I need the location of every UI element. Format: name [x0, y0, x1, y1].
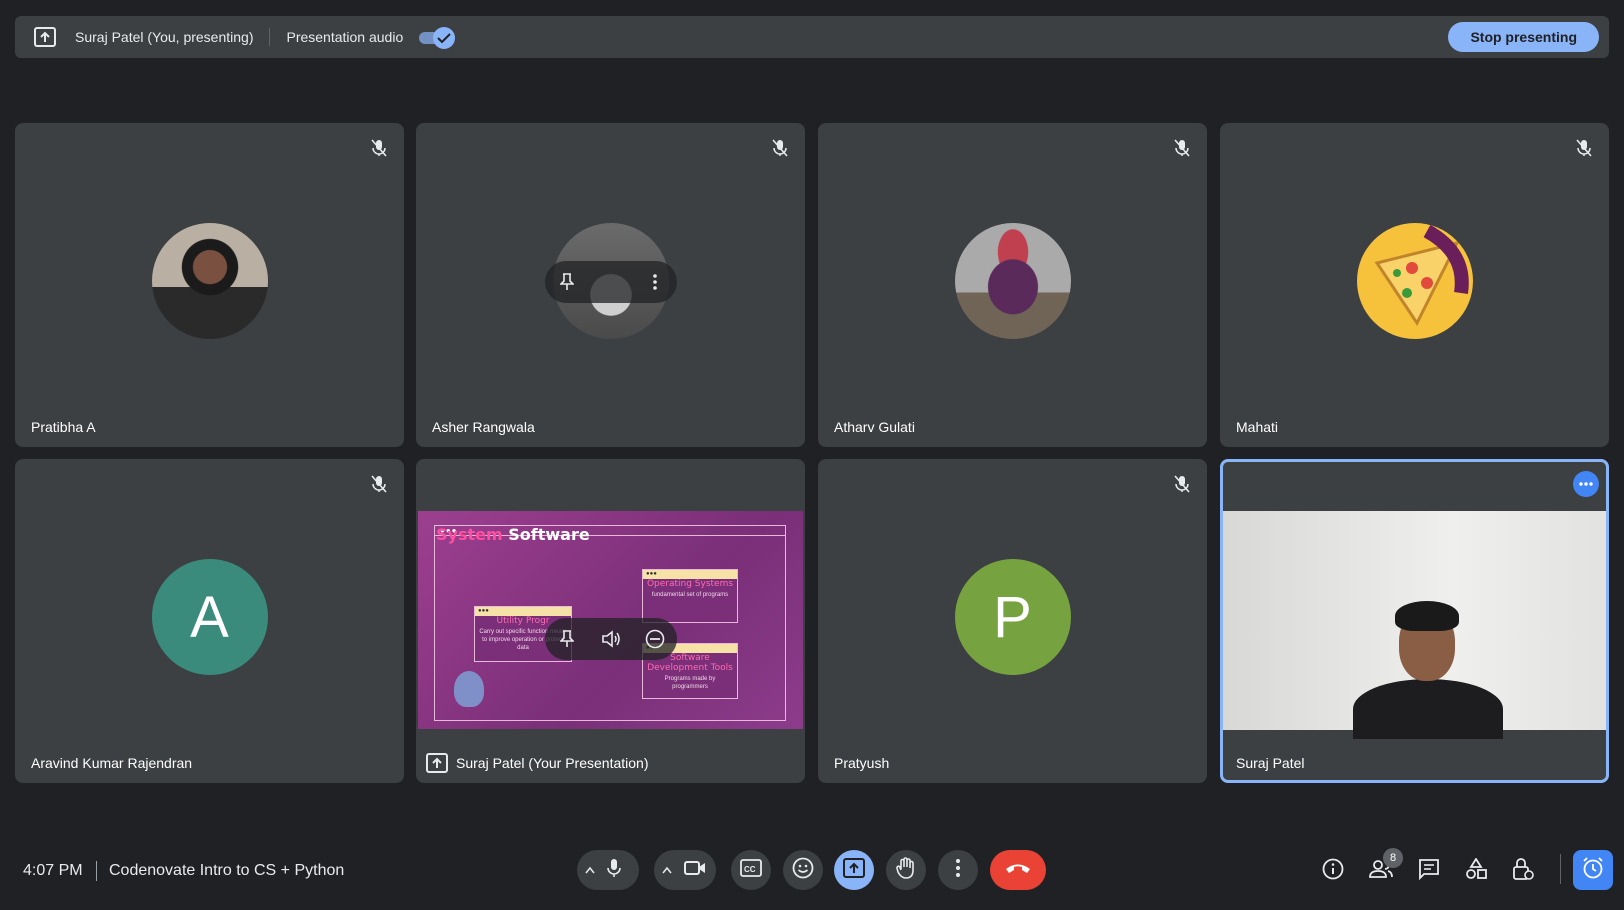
meeting-details-icon[interactable]	[1320, 856, 1346, 882]
divider	[269, 28, 271, 46]
participant-name: Mahati	[1236, 419, 1279, 435]
robot-illustration	[454, 671, 484, 707]
remove-icon[interactable]	[643, 627, 667, 651]
emoji-icon	[792, 857, 814, 884]
participant-name: Aravind Kumar Rajendran	[31, 755, 193, 771]
leave-call-button[interactable]	[990, 850, 1046, 890]
self-video-feed	[1223, 511, 1606, 739]
hang-up-icon	[1005, 861, 1031, 879]
present-screen-icon	[843, 857, 865, 883]
participant-count-badge: 8	[1383, 848, 1403, 868]
participant-tile-asher[interactable]: Asher Rangwala	[416, 123, 805, 447]
volume-icon[interactable]	[599, 627, 623, 651]
timer-button[interactable]	[1573, 850, 1613, 890]
svg-text:CC: CC	[744, 865, 756, 874]
participant-name: Pratibha A	[31, 419, 96, 435]
chat-icon[interactable]	[1416, 856, 1442, 882]
participant-name: Asher Rangwala	[432, 419, 535, 435]
present-now-button[interactable]	[834, 850, 874, 890]
stop-presenting-button[interactable]: Stop presenting	[1448, 22, 1599, 52]
chevron-up-icon[interactable]	[585, 861, 595, 879]
mic-off-icon	[1573, 137, 1595, 159]
participant-name: Atharv Gulati	[834, 419, 915, 435]
more-options-icon[interactable]	[1573, 471, 1599, 497]
mic-off-icon	[1171, 137, 1193, 159]
participant-name: Suraj Patel (Your Presentation)	[456, 755, 649, 771]
camera-control[interactable]	[654, 850, 716, 890]
mic-off-icon	[1171, 473, 1193, 495]
hand-icon	[896, 856, 916, 884]
participant-tile-mahati[interactable]: Mahati	[1220, 123, 1609, 447]
presentation-hover-controls	[544, 618, 677, 660]
presenting-bar: Suraj Patel (You, presenting) Presentati…	[15, 16, 1609, 58]
mic-off-icon	[769, 137, 791, 159]
raise-hand-button[interactable]	[886, 850, 926, 890]
meeting-title: Codenovate Intro to CS + Python	[109, 862, 345, 879]
participant-tile-aravind[interactable]: A Aravind Kumar Rajendran	[15, 459, 404, 783]
avatar-pizza	[1356, 223, 1473, 339]
participant-tile-atharv[interactable]: Atharv Gulati	[818, 123, 1207, 447]
divider	[96, 861, 97, 881]
more-vert-icon	[956, 858, 960, 882]
presenter-label: Suraj Patel (You, presenting)	[75, 29, 254, 45]
presentation-audio-toggle[interactable]	[419, 27, 456, 49]
microphone-icon[interactable]	[607, 858, 621, 883]
check-icon	[433, 27, 456, 49]
host-controls-lock-icon[interactable]	[1510, 856, 1536, 882]
present-screen-icon	[426, 753, 448, 773]
reactions-button[interactable]	[783, 850, 823, 890]
more-options-button[interactable]	[938, 850, 978, 890]
alarm-clock-icon	[1581, 856, 1605, 885]
bottom-control-bar: 4:07 PM Codenovate Intro to CS + Python …	[0, 840, 1624, 900]
letter-avatar: P	[954, 559, 1071, 675]
captions-button[interactable]: CC	[731, 850, 771, 890]
clock-time: 4:07 PM	[23, 862, 83, 879]
avatar-photo	[954, 223, 1071, 339]
tile-hover-controls	[544, 261, 677, 303]
slide-title: System Software	[436, 525, 590, 544]
present-screen-icon	[33, 25, 57, 49]
slide-box-os: ●●● Operating Systems fundamental set of…	[642, 569, 738, 623]
participant-name: Pratyush	[834, 755, 890, 771]
divider	[1560, 854, 1561, 884]
activities-icon[interactable]	[1463, 856, 1489, 882]
participant-tile-pratyush[interactable]: P Pratyush	[818, 459, 1207, 783]
mic-off-icon	[368, 137, 390, 159]
presentation-audio-label: Presentation audio	[286, 29, 404, 45]
pin-icon[interactable]	[555, 270, 579, 294]
pin-icon[interactable]	[555, 627, 579, 651]
more-options-icon[interactable]	[643, 270, 667, 294]
captions-icon: CC	[740, 858, 762, 882]
mic-off-icon	[368, 473, 390, 495]
microphone-control[interactable]	[577, 850, 639, 890]
participant-name: Suraj Patel	[1236, 755, 1305, 771]
mute-participant-icon[interactable]	[599, 270, 623, 294]
camera-icon[interactable]	[684, 860, 706, 881]
letter-avatar: A	[151, 559, 268, 675]
chevron-up-icon[interactable]	[662, 861, 672, 879]
participant-tile-pratibha[interactable]: Pratibha A	[15, 123, 404, 447]
self-video-tile[interactable]: Suraj Patel	[1220, 459, 1609, 783]
avatar-photo	[151, 223, 268, 339]
presentation-tile[interactable]: ●●● System Software ●●● Utility Progr Ca…	[416, 459, 805, 783]
